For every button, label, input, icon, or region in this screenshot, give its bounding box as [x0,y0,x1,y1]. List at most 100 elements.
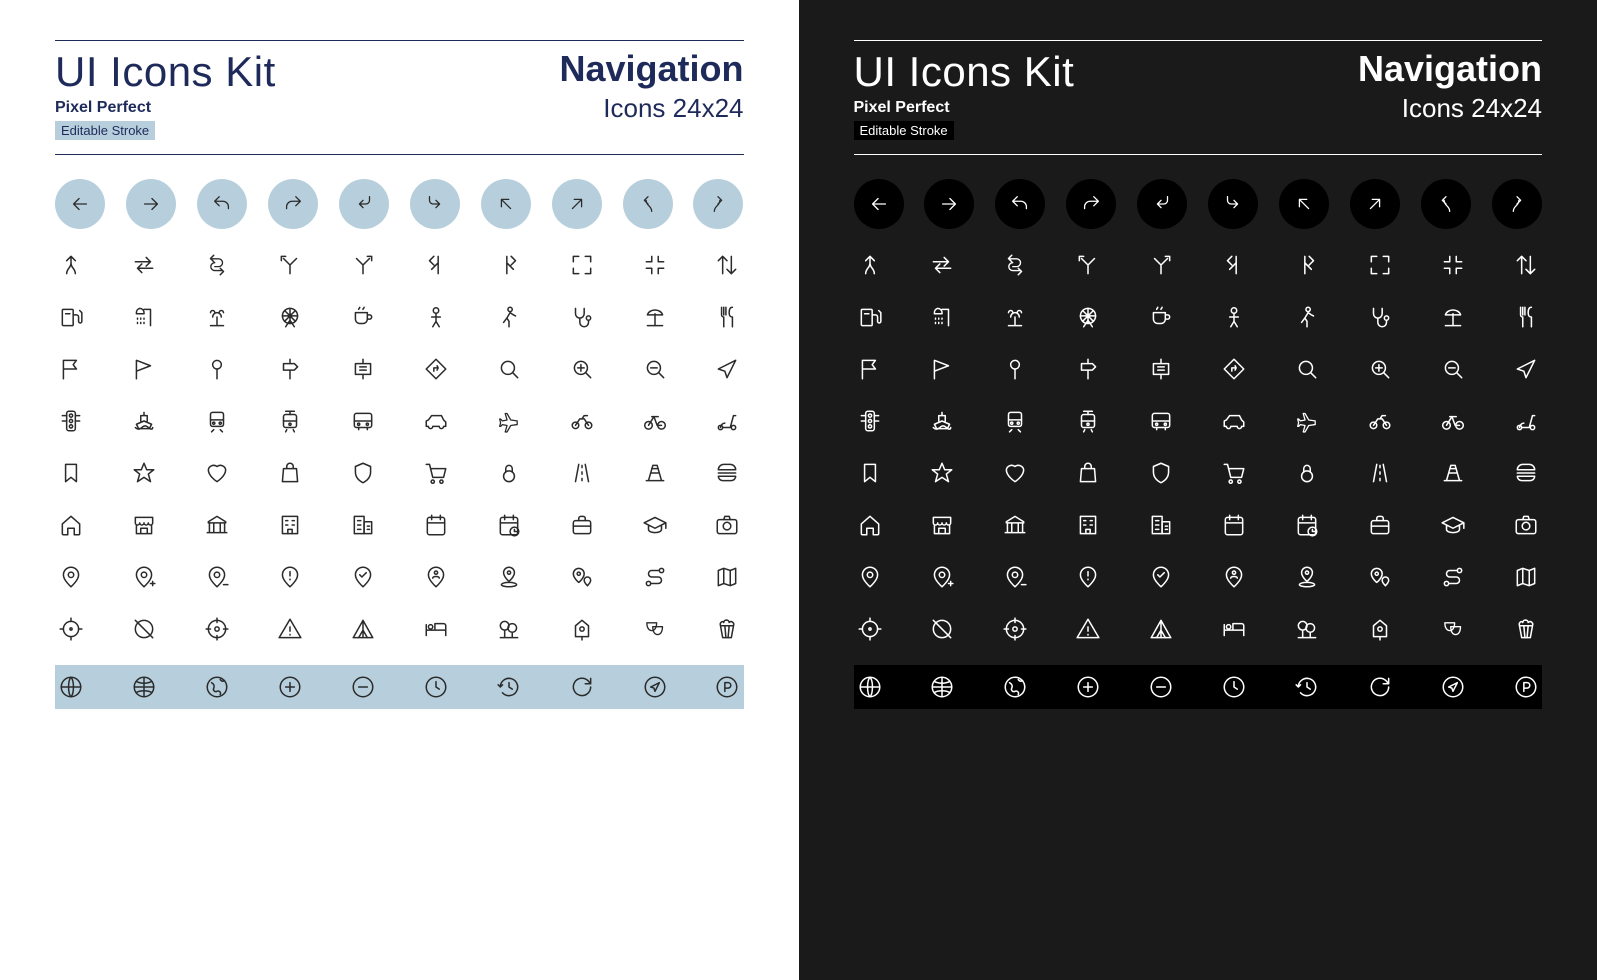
merge-icon [854,249,886,281]
briefcase-icon [1364,509,1396,541]
plus-circle-icon [1072,671,1104,703]
fork-left-icon [274,249,306,281]
home-icon [854,509,886,541]
turn-left-icon [339,179,389,229]
editable-stroke-badge: Editable Stroke [854,121,954,140]
collapse-icon [639,249,671,281]
ferris-wheel-icon [1072,301,1104,333]
icon-row [854,405,1543,437]
signboard-icon [347,353,379,385]
shield-icon [1145,457,1177,489]
kettlebell-icon [493,457,525,489]
signpost-icon [274,353,306,385]
arrow-up-left-icon [481,179,531,229]
gas-station-icon [854,301,886,333]
s-curve-icon [999,249,1031,281]
park-icon [1291,613,1323,645]
fountain-icon [999,301,1031,333]
refresh-icon [566,671,598,703]
crosshair-icon [201,613,233,645]
map-pin-person-icon [420,561,452,593]
parking-icon [1510,671,1542,703]
pin-icon [201,353,233,385]
category-title: Navigation [1358,51,1542,87]
home-icon [55,509,87,541]
arrow-right-icon [126,179,176,229]
shower-icon [926,301,958,333]
shopping-cart-icon [1218,457,1250,489]
motorcycle-icon [566,405,598,437]
history-icon [1291,671,1323,703]
map-pin-remove-icon [999,561,1031,593]
map-pin-alert-icon [1072,561,1104,593]
car-icon [1218,405,1250,437]
icon-row [854,561,1543,593]
popcorn-icon [1510,613,1542,645]
beach-umbrella-icon [639,301,671,333]
tram-icon [1072,405,1104,437]
branch-left-icon [1218,249,1250,281]
heart-icon [201,457,233,489]
calendar-clock-icon [493,509,525,541]
icon-row [854,509,1543,541]
expand-icon [566,249,598,281]
merge-icon [55,249,87,281]
kit-title: UI Icons Kit [854,51,1075,93]
editable-stroke-badge: Editable Stroke [55,121,155,140]
star-icon [128,457,160,489]
icon-row [55,457,744,489]
beach-umbrella-icon [1437,301,1469,333]
icon-grid [854,179,1543,709]
size-label: Icons 24x24 [1358,93,1542,124]
bank-icon [201,509,233,541]
redo-icon [1066,179,1116,229]
turn-sign-icon [420,353,452,385]
heart-icon [999,457,1031,489]
clock-icon [420,671,452,703]
icon-row [55,665,744,709]
graduation-cap-icon [1437,509,1469,541]
clock-icon [1218,671,1250,703]
map-pin-area-icon [1291,561,1323,593]
map-pin-alert-icon [274,561,306,593]
traffic-light-icon [55,405,87,437]
warning-triangle-icon [274,613,306,645]
map-pin-area-icon [493,561,525,593]
map-pin-remove-icon [201,561,233,593]
header: UI Icons Kit Pixel Perfect Editable Stro… [854,40,1543,155]
fountain-icon [201,301,233,333]
popcorn-icon [711,613,743,645]
ship-icon [926,405,958,437]
park-icon [493,613,525,645]
map-pin-check-icon [1145,561,1177,593]
icon-row [55,179,744,229]
zoom-out-icon [639,353,671,385]
road-icon [566,457,598,489]
icon-sheet-dark: UI Icons Kit Pixel Perfect Editable Stro… [799,0,1597,980]
target-icon [55,613,87,645]
icon-row [854,249,1543,281]
camera-icon [1510,509,1542,541]
signpost-icon [1072,353,1104,385]
search-icon [1291,353,1323,385]
person-icon [420,301,452,333]
expand-icon [1364,249,1396,281]
restaurant-icon [711,301,743,333]
shopping-bag-icon [274,457,306,489]
collapse-icon [1437,249,1469,281]
curve-left-icon [623,179,673,229]
burger-icon [711,457,743,489]
icon-sheet-light: UI Icons Kit Pixel Perfect Editable Stro… [0,0,799,980]
globe-region-icon [201,671,233,703]
icon-row [854,301,1543,333]
airplane-icon [493,405,525,437]
tent-icon [347,613,379,645]
navigate-arrow-icon [711,353,743,385]
ship-icon [128,405,160,437]
office-building-icon [347,509,379,541]
turn-left-icon [1137,179,1187,229]
shopping-bag-icon [1072,457,1104,489]
walking-icon [493,301,525,333]
cafe-icon [347,301,379,333]
swap-right-icon [926,249,958,281]
